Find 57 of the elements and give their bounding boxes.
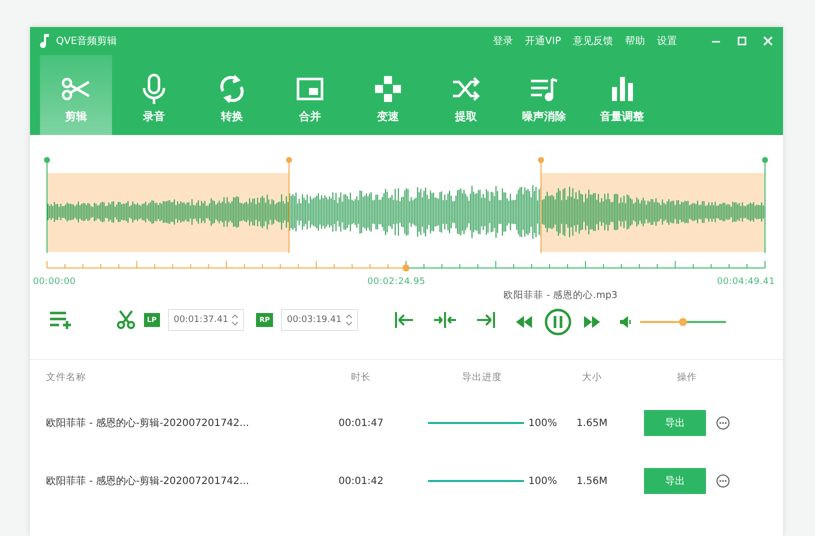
tool-tab[interactable]: 提取 [430,55,502,135]
menu-link[interactable]: 登录 [493,34,514,48]
jump-end-icon[interactable] [476,312,496,328]
start-time: 00:00:00 [33,277,76,287]
jump-start-icon[interactable] [394,312,414,328]
maximize-icon[interactable] [737,36,747,46]
size-cell-text: 1.56M [576,476,608,486]
slider-thumb[interactable] [678,318,687,326]
size-cell-text: 1.65M [576,418,608,428]
window-title: QVE音频剪辑 [56,34,118,48]
tool-tab[interactable]: 变速 [352,55,424,135]
end-time: 00:04:49.41 [716,277,775,287]
selection-marker[interactable] [286,157,292,254]
menu-link[interactable]: 设置 [657,34,677,48]
fast-forward-icon[interactable] [584,316,600,328]
time-input[interactable]: 00:03:19.41 [280,309,358,331]
percent-text: 100% [528,418,557,428]
duration-cell-text: 00:01:47 [338,418,384,428]
tool-tab[interactable]: 剪辑 [40,55,112,135]
export-button[interactable]: 导出 [644,468,706,494]
close-icon[interactable] [763,36,773,46]
menu-link[interactable]: 意见反馈 [573,34,613,48]
percent-text: 100% [528,476,557,486]
speaker-icon[interactable] [620,316,632,328]
duration-cell-text: 00:01:42 [338,476,384,486]
column-header: 导出进度 [461,370,503,384]
playhead-handle[interactable] [402,264,410,272]
time-input[interactable]: 00:01:37.41 [168,309,244,331]
column-header: 操作 [676,370,698,384]
file-name-cell-text: 欧阳菲菲 - 感恩的心-剪辑-202007201742... [45,416,250,430]
more-icon[interactable] [716,416,730,430]
tool-tab[interactable]: 噪声消除 [508,55,580,135]
rewind-icon[interactable] [516,316,532,328]
stepper-icon[interactable] [232,314,238,326]
tool-tab[interactable]: 录音 [118,55,190,135]
column-header: 时长 [350,370,372,384]
pause-icon[interactable] [544,308,572,336]
add-list-icon[interactable] [50,311,74,329]
stepper-icon[interactable] [346,314,352,326]
tool-tab[interactable]: 合并 [274,55,346,135]
music-note-icon [40,34,50,48]
tool-tab[interactable]: 转换 [196,55,268,135]
more-icon[interactable] [716,474,730,488]
export-button[interactable]: 导出 [644,410,706,436]
file-name: 欧阳菲菲 - 感恩的心.mp3 [504,288,618,302]
column-header: 文件名称 [45,370,87,384]
end-marker[interactable] [762,157,768,254]
tool-tab[interactable]: 音量调整 [586,55,658,135]
menu-link[interactable]: 开通VIP [525,34,561,48]
current-time: 00:02:24.95 [367,277,426,287]
menu-link[interactable]: 帮助 [625,34,645,48]
column-header: 大小 [581,370,603,384]
split-icon[interactable] [434,312,456,328]
scissors-icon[interactable] [116,310,136,330]
file-name-cell-text: 欧阳菲菲 - 感恩的心-剪辑-202007201742... [45,474,250,488]
selection-marker[interactable] [538,157,544,254]
start-marker[interactable] [44,157,50,254]
